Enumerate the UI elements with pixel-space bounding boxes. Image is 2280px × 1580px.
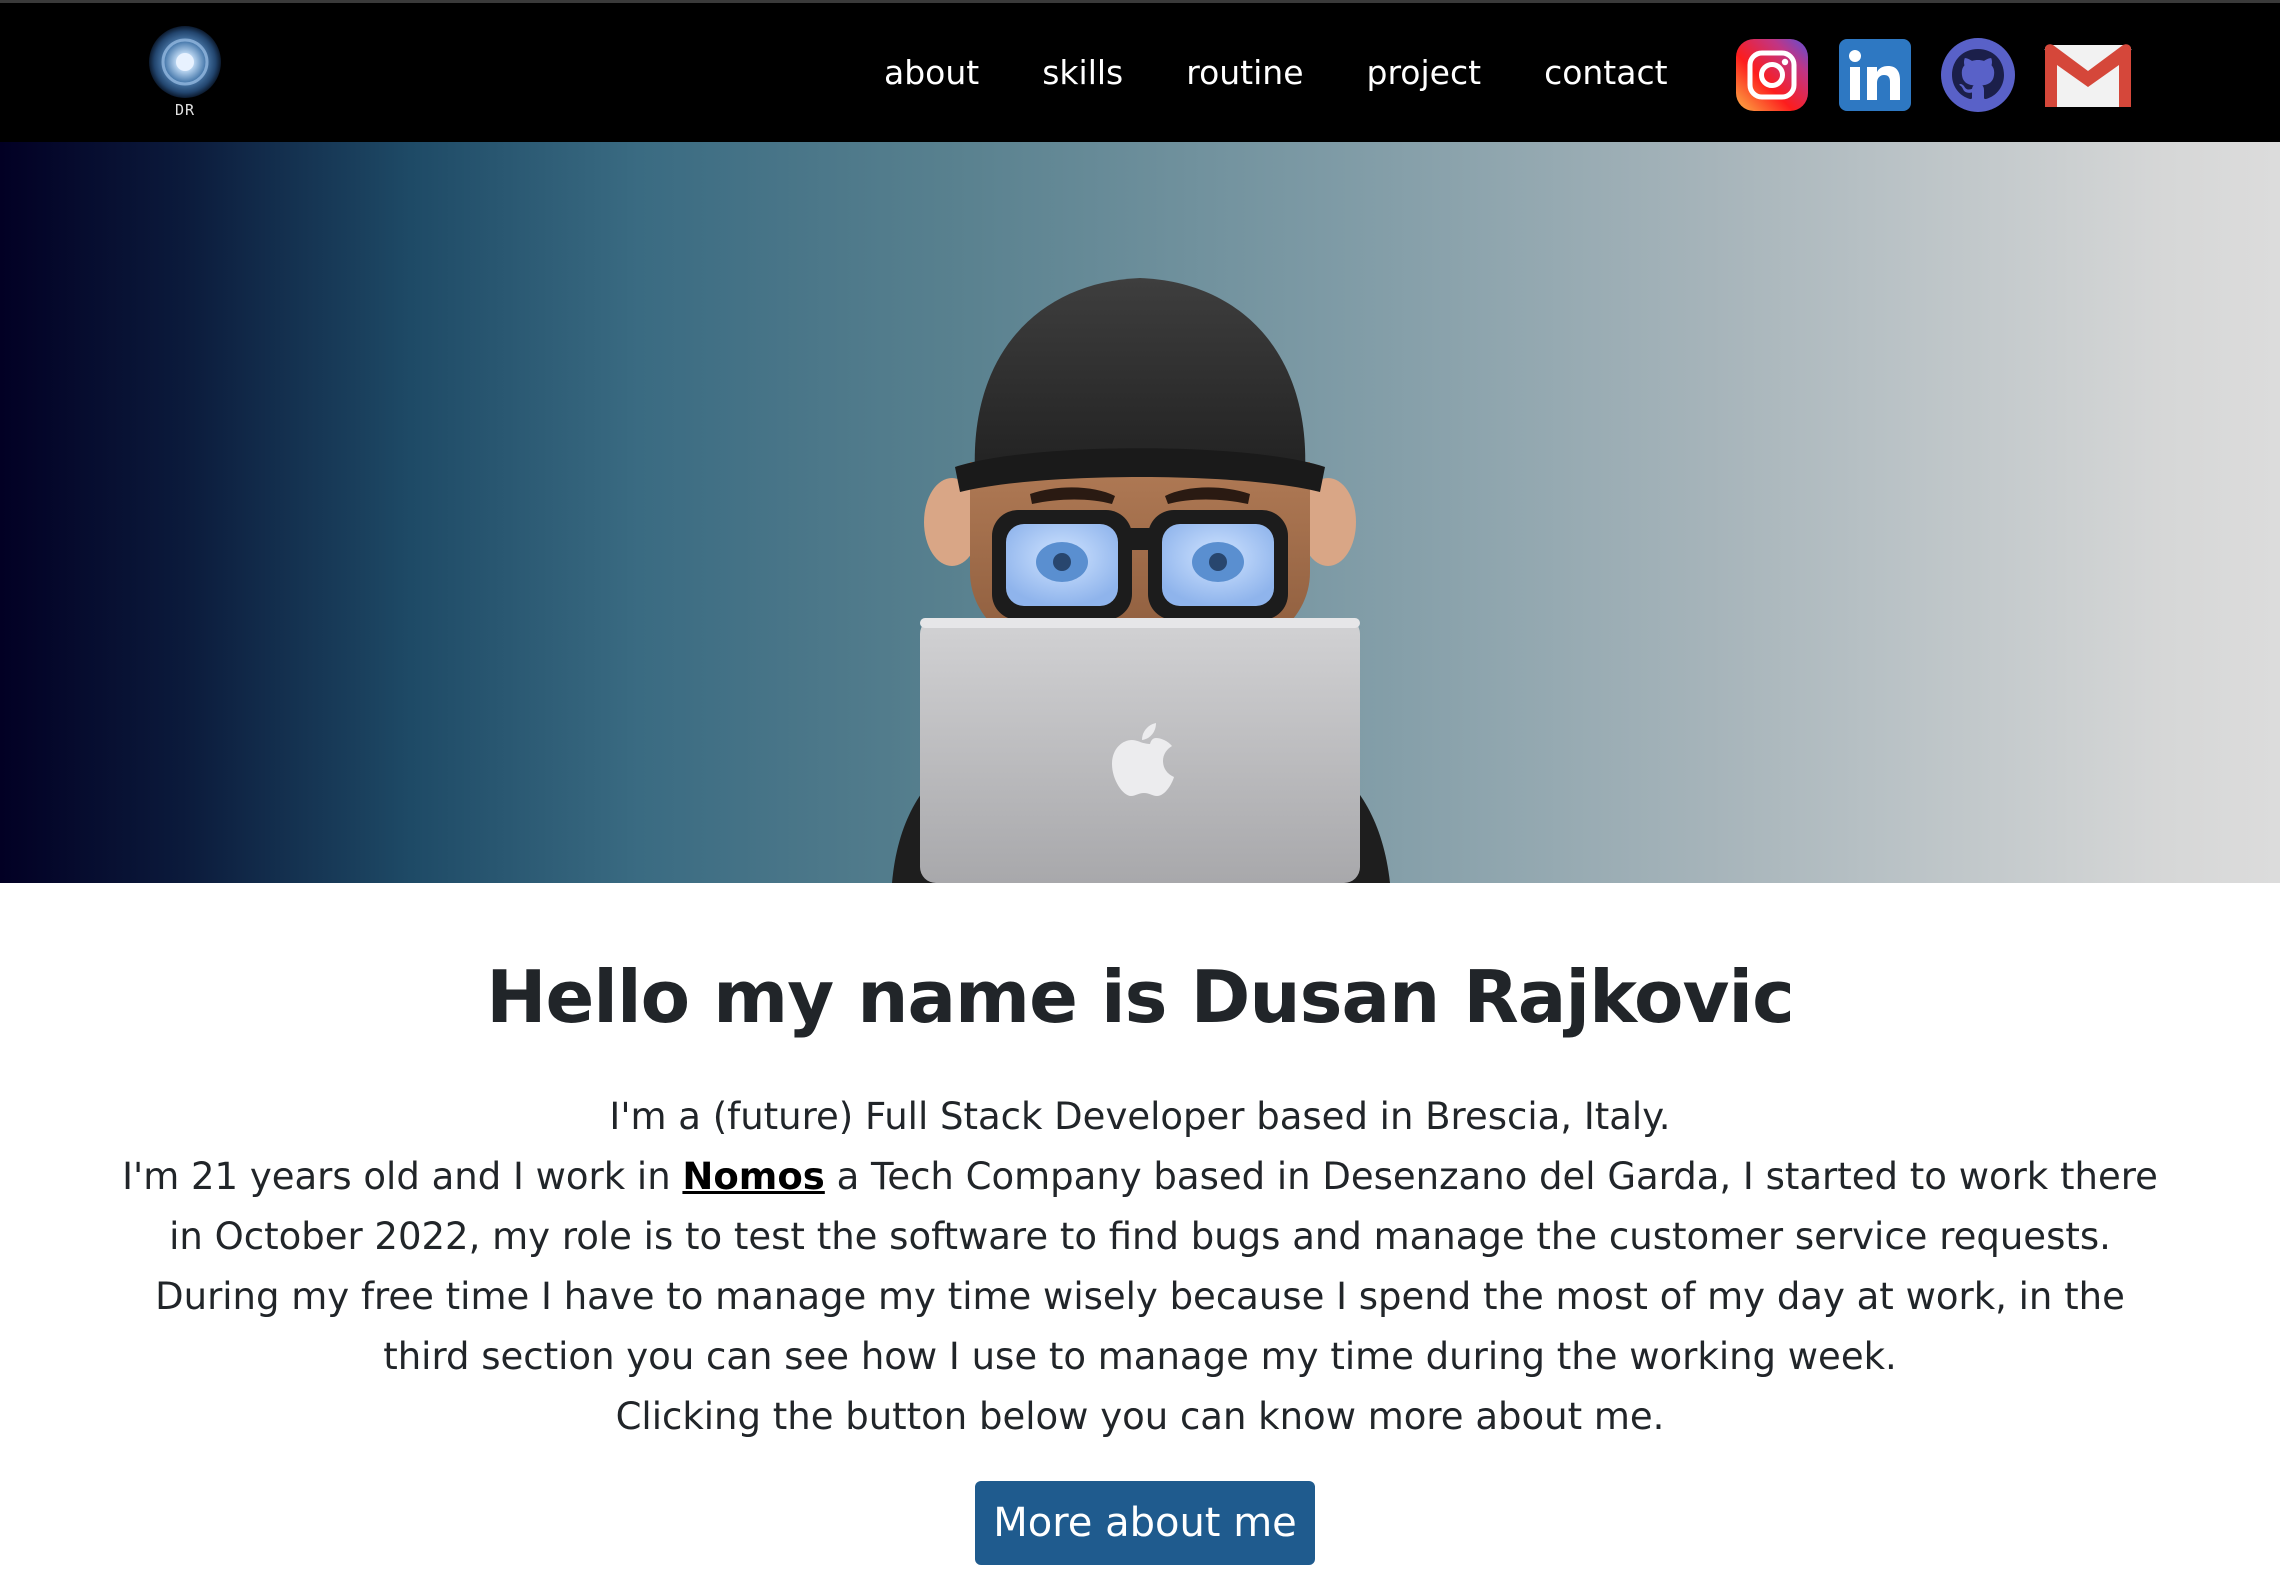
nav-link-project[interactable]: project	[1367, 47, 1482, 99]
social-links	[1734, 37, 2133, 113]
page: DR about skills routine project contact	[0, 0, 2280, 1580]
logo-icon	[149, 26, 221, 98]
company-link[interactable]: Nomos	[682, 1155, 824, 1198]
linkedin-icon[interactable]	[1837, 37, 1913, 113]
nav-link-contact[interactable]: contact	[1544, 47, 1668, 99]
navbar: DR about skills routine project contact	[0, 0, 2280, 142]
page-title: Hello my name is Dusan Rajkovic	[486, 955, 1795, 1039]
nav-link-skills[interactable]: skills	[1042, 47, 1123, 99]
bio-line-3: Clicking the button below you can know m…	[615, 1395, 1665, 1438]
hero-banner	[0, 142, 2280, 883]
logo-text: DR	[174, 101, 196, 119]
github-icon[interactable]	[1940, 37, 2016, 113]
more-about-me-button[interactable]: More about me	[975, 1481, 1315, 1565]
gmail-icon[interactable]	[2043, 37, 2133, 113]
bio-line-2-before: I'm 21 years old and I work in	[122, 1155, 683, 1198]
nav-link-routine[interactable]: routine	[1186, 47, 1303, 99]
instagram-icon[interactable]	[1734, 37, 1810, 113]
nav-links: about skills routine project contact	[884, 47, 1731, 99]
nav-link-about[interactable]: about	[884, 47, 979, 99]
bio-text: I'm a (future) Full Stack Developer base…	[110, 1087, 2170, 1447]
memoji-avatar	[892, 278, 1390, 883]
site-logo[interactable]: DR	[146, 23, 224, 123]
bio-line-1: I'm a (future) Full Stack Developer base…	[609, 1095, 1671, 1138]
